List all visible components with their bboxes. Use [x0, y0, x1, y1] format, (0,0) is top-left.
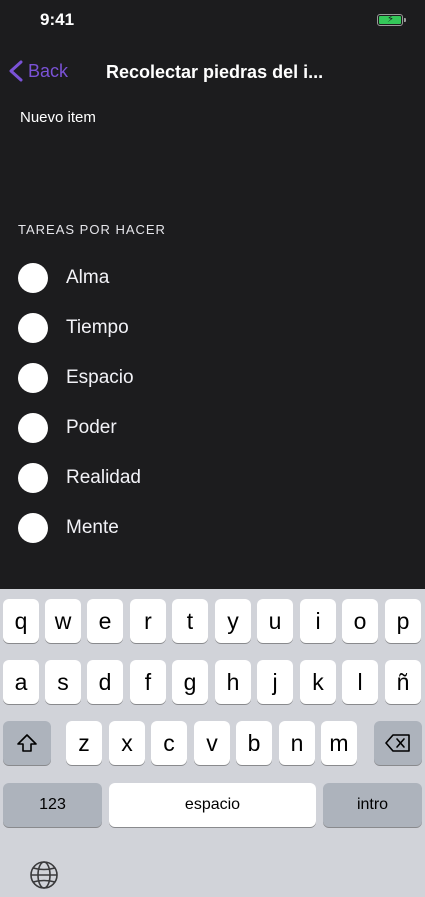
globe-icon [30, 861, 58, 889]
keyboard-row-2: a s d f g h j k l ñ [0, 660, 425, 704]
globe-key[interactable] [28, 859, 60, 891]
navigation-bar: Back Recolectar piedras del i... [0, 52, 425, 96]
key-x[interactable]: x [109, 721, 145, 765]
circle-checkbox-icon[interactable] [18, 263, 48, 293]
key-n[interactable]: n [279, 721, 315, 765]
task-row[interactable]: Tiempo [0, 303, 425, 353]
key-y[interactable]: y [215, 599, 251, 643]
task-row[interactable]: Mente [0, 503, 425, 553]
key-o[interactable]: o [342, 599, 378, 643]
task-label: Mente [66, 517, 119, 538]
key-g[interactable]: g [172, 660, 208, 704]
delete-key[interactable] [374, 721, 422, 765]
shift-icon [17, 734, 37, 752]
circle-checkbox-icon[interactable] [18, 463, 48, 493]
task-label: Poder [66, 417, 117, 438]
key-t[interactable]: t [172, 599, 208, 643]
key-k[interactable]: k [300, 660, 336, 704]
circle-checkbox-icon[interactable] [18, 513, 48, 543]
key-e[interactable]: e [87, 599, 123, 643]
battery-icon: ⚡ [377, 14, 406, 26]
key-enye[interactable]: ñ [385, 660, 421, 704]
section-header: TAREAS POR HACER [18, 222, 166, 237]
circle-checkbox-icon[interactable] [18, 413, 48, 443]
task-row[interactable]: Alma [0, 253, 425, 303]
backspace-icon [385, 734, 410, 752]
numbers-key[interactable]: 123 [3, 783, 102, 827]
circle-checkbox-icon[interactable] [18, 313, 48, 343]
back-label: Back [28, 60, 69, 81]
back-button[interactable]: Back [8, 60, 68, 82]
space-key[interactable]: espacio [109, 783, 316, 827]
circle-checkbox-icon[interactable] [18, 363, 48, 393]
key-m[interactable]: m [321, 721, 357, 765]
task-label: Realidad [66, 467, 141, 488]
key-v[interactable]: v [194, 721, 230, 765]
task-label: Alma [66, 267, 110, 288]
key-p[interactable]: p [385, 599, 421, 643]
page-title: Recolectar piedras del i... [106, 62, 324, 82]
key-r[interactable]: r [130, 599, 166, 643]
status-bar: 9:41 ⚡ [0, 0, 425, 44]
return-key[interactable]: intro [323, 783, 422, 827]
key-j[interactable]: j [257, 660, 293, 704]
key-w[interactable]: w [45, 599, 81, 643]
task-label: Espacio [66, 367, 134, 388]
key-b[interactable]: b [236, 721, 272, 765]
keyboard-row-1: q w e r t y u i o p [0, 599, 425, 643]
task-list: Alma Tiempo Espacio Poder Realidad Mente [0, 253, 425, 553]
key-d[interactable]: d [87, 660, 123, 704]
task-label: Tiempo [66, 317, 129, 338]
key-h[interactable]: h [215, 660, 251, 704]
key-i[interactable]: i [300, 599, 336, 643]
shift-key[interactable] [3, 721, 51, 765]
task-row[interactable]: Realidad [0, 453, 425, 503]
keyboard: q w e r t y u i o p a s d f g h j k l ñ … [0, 589, 425, 897]
key-u[interactable]: u [257, 599, 293, 643]
key-c[interactable]: c [151, 721, 187, 765]
key-s[interactable]: s [45, 660, 81, 704]
task-row[interactable]: Espacio [0, 353, 425, 403]
key-z[interactable]: z [66, 721, 102, 765]
key-q[interactable]: q [3, 599, 39, 643]
keyboard-row-4: 123 espacio intro [0, 783, 425, 827]
status-time: 9:41 [40, 10, 75, 29]
new-item-input[interactable] [18, 104, 412, 130]
key-f[interactable]: f [130, 660, 166, 704]
keyboard-row-3: z x c v b n m [0, 721, 425, 765]
key-a[interactable]: a [3, 660, 39, 704]
chevron-left-icon [9, 60, 23, 82]
task-row[interactable]: Poder [0, 403, 425, 453]
key-l[interactable]: l [342, 660, 378, 704]
